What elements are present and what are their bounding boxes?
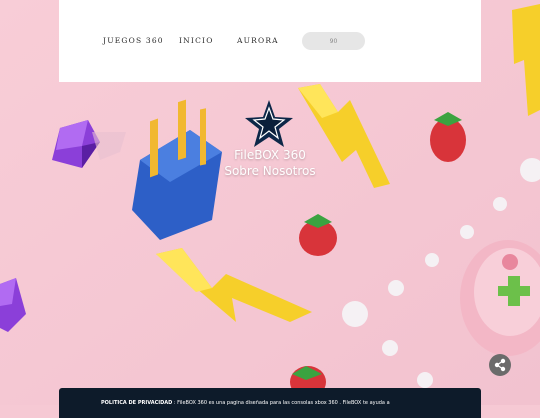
top-navigation-bar: JUEGOS 360 INICIO AURORA xyxy=(59,0,481,82)
star-logo-icon xyxy=(245,100,293,147)
search-input[interactable] xyxy=(302,32,365,50)
hero-subtitle: Sobre Nosotros xyxy=(224,164,316,178)
share-icon xyxy=(494,358,506,372)
privacy-description: : FileBOX 360 es una pagina diseñada par… xyxy=(172,400,390,406)
nav-link-inicio[interactable]: INICIO xyxy=(179,36,214,45)
privacy-footer: POLÍTICA DE PRIVACIDAD : FileBOX 360 es … xyxy=(59,388,481,418)
nav-link-juegos-360[interactable]: JUEGOS 360 xyxy=(103,36,164,45)
share-button[interactable] xyxy=(489,354,511,376)
hero-title: FileBOX 360 xyxy=(234,148,306,162)
nav-link-aurora[interactable]: AURORA xyxy=(237,36,279,45)
privacy-text: POLÍTICA DE PRIVACIDAD : FileBOX 360 es … xyxy=(101,400,461,406)
privacy-policy-label: POLÍTICA DE PRIVACIDAD xyxy=(101,400,173,406)
strawberry-icon xyxy=(430,112,466,162)
